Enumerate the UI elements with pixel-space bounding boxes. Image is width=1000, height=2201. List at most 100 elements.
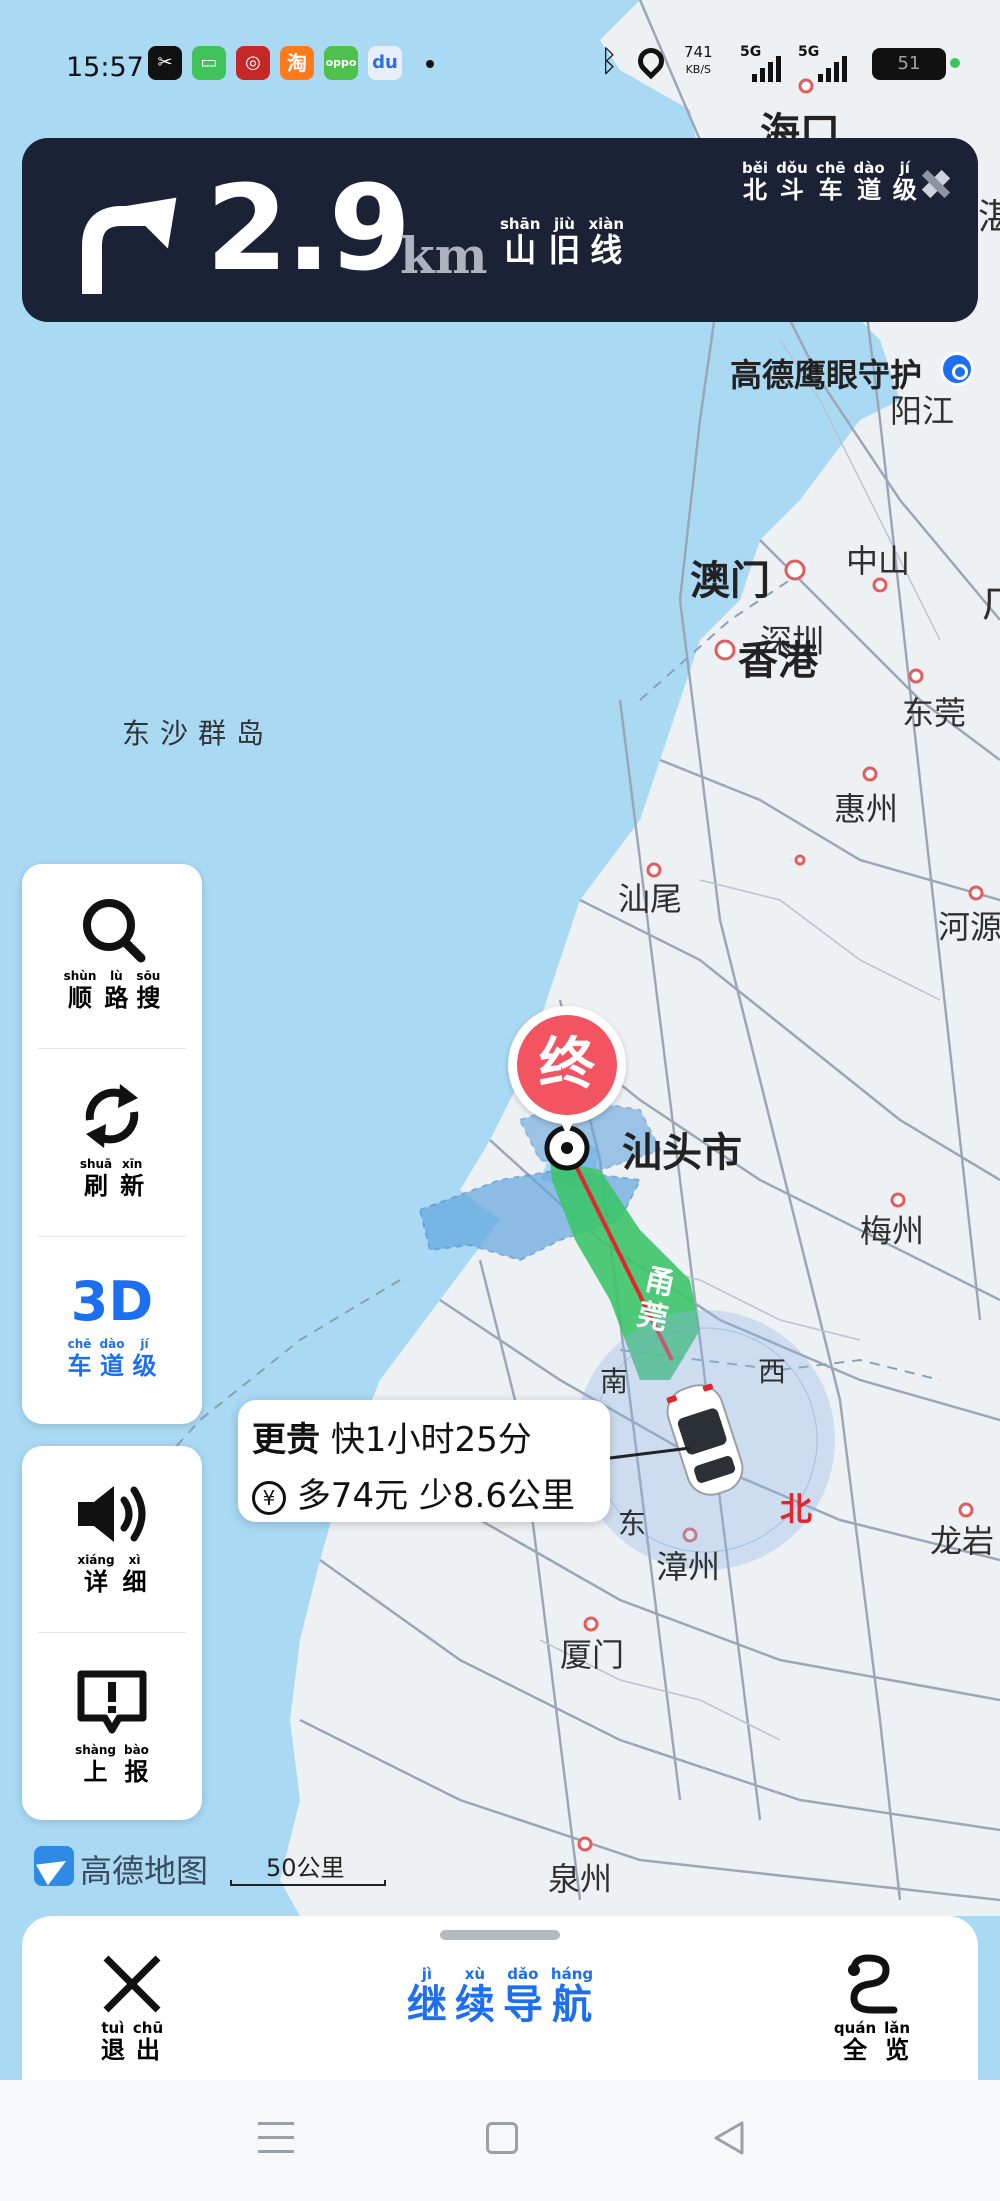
compass-south: 南	[600, 1365, 629, 1398]
route-tag: 更贵	[252, 1420, 320, 1460]
mode-3d-text: 3D	[70, 1270, 154, 1333]
map-label-longyan: 龙岩	[930, 1522, 995, 1560]
distance-unit: km	[400, 226, 488, 285]
yuan-icon: ¥	[252, 1480, 286, 1515]
overview-button[interactable]: quán 全 lǎn 览	[812, 1952, 932, 2064]
continue-navigation-char: dǎo 导	[502, 1965, 543, 2028]
map-label-quanzhou: 泉州	[548, 1860, 613, 1898]
road-name-char: xiàn 线	[588, 215, 625, 269]
map-scale: 50公里	[230, 1846, 386, 1890]
road-name-char: shān 山	[500, 215, 541, 269]
route-cost-diff: 多74元 少8.6公里	[296, 1476, 575, 1516]
baidu-icon: du	[368, 46, 402, 80]
home-icon[interactable]	[486, 2122, 518, 2154]
lane-level-mode-label: chē 车 dào 道 jí 级	[22, 1336, 202, 1380]
sheet-drag-handle[interactable]	[440, 1930, 560, 1940]
map-label-shanwei: 汕尾	[618, 880, 683, 918]
divider	[38, 1236, 186, 1237]
location-icon	[632, 42, 670, 80]
report-label: shàng 上 bào 报	[22, 1742, 202, 1786]
system-nav-bar	[0, 2080, 1000, 2201]
map-label-zhangzhou: 漳州	[656, 1548, 721, 1586]
map-label-meizhou: 梅州	[860, 1212, 925, 1250]
compass-north: 北	[780, 1490, 813, 1528]
compass-east: 东	[618, 1507, 647, 1540]
overview-char: quán 全	[833, 2019, 877, 2064]
map-label-dongguan: 东莞	[902, 694, 967, 732]
search-along-route-char: sōu 搜	[136, 969, 161, 1012]
road-name-char: jiù 旧	[548, 215, 581, 269]
refresh-icon	[85, 1084, 139, 1148]
map-label-yangjiang: 阳江	[890, 392, 955, 430]
bank-icon: ◎	[236, 46, 270, 80]
route-time-diff: 快1小时25分	[330, 1420, 532, 1460]
map-label-hongkong: 香港	[738, 638, 818, 684]
battery-level: 51	[897, 53, 921, 74]
status-bar: 15:57 ✂ ▭ ◎ 淘 oppo du ᛒ 741 KB/S 5G 5G 51	[0, 30, 1000, 100]
tool-panel-top: shùn 顺 lù 路 sōu 搜 shuā 刷 xīn 新 3D chē 车 dào 道 jí 级	[22, 864, 202, 1424]
route-time-row: 更贵 快1小时25分	[252, 1412, 532, 1461]
route-overview-icon	[848, 1954, 898, 2014]
back-icon[interactable]	[712, 2120, 746, 2156]
report-button[interactable]: shàng 上 bào 报	[22, 1670, 202, 1786]
road-name: shān 山 jiù 旧 xiàn 线	[496, 216, 628, 269]
eagle-eye-icon[interactable]	[940, 352, 974, 386]
compass-west: 西	[758, 1355, 787, 1388]
overview-label: quán 全 lǎn 览	[812, 2020, 932, 2064]
detailed-voice-char: xiáng 详	[77, 1553, 115, 1596]
map-label-macau: 澳门	[690, 558, 770, 604]
lane-level-char: běi 北	[742, 159, 769, 204]
bluetooth-icon: ᛒ	[600, 44, 618, 79]
map-label-xiamen: 厦门	[560, 1636, 625, 1674]
divider	[38, 1632, 186, 1633]
map-label-zhongshan: 中山	[846, 542, 911, 580]
search-along-route-label: shùn 顺 lù 路 sōu 搜	[22, 968, 202, 1012]
amap-logo-text: 高德地图	[80, 1852, 209, 1890]
charging-dot	[950, 58, 960, 68]
turn-right-arrow-icon	[82, 197, 177, 294]
search-along-route-char: lù 路	[104, 969, 129, 1012]
lane-level-mode-char: chē 车	[67, 1337, 92, 1380]
tool-panel-bottom: xiáng 详 xì 细 shàng 上 bào 报	[22, 1446, 202, 1820]
status-time: 15:57	[66, 52, 144, 83]
route-cost-row: ¥ 多74元 少8.6公里	[252, 1468, 575, 1517]
net-speed: 741 KB/S	[684, 43, 713, 77]
taobao-icon: 淘	[280, 46, 314, 80]
signal-1-icon	[752, 54, 786, 82]
continue-navigation-char: háng 航	[550, 1965, 594, 2028]
report-icon	[77, 1670, 147, 1734]
signal-2-type: 5G	[798, 44, 820, 60]
lane-level-char: dǒu 斗	[776, 159, 808, 204]
destination-pin[interactable]: 终	[508, 1006, 626, 1136]
map-label-shantou: 汕头市	[622, 1130, 742, 1176]
refresh-char: xīn 新	[120, 1157, 145, 1200]
detailed-voice-char: xì 细	[122, 1553, 147, 1596]
turn-guidance-card[interactable]: 2.9 km shān 山 jiù 旧 xiàn 线 běi 北 dǒu 斗 chē 车 dào 道 jí…	[22, 138, 978, 322]
menu-icon[interactable]	[258, 2122, 294, 2154]
more-notifications-icon	[426, 60, 434, 68]
search-icon	[83, 899, 146, 963]
detailed-voice-button[interactable]: xiáng 详 xì 细	[22, 1482, 202, 1596]
lane-level-3d-button[interactable]: 3D chē 车 dào 道 jí 级	[22, 1272, 202, 1380]
alternate-route-card[interactable]: 更贵 快1小时25分 ¥ 多74元 少8.6公里	[238, 1400, 610, 1522]
search-along-route-button[interactable]: shùn 顺 lù 路 sōu 搜	[22, 894, 202, 1012]
map-scale-label: 50公里	[266, 1854, 345, 1882]
lane-level-mode-char: jí 级	[132, 1337, 157, 1380]
lane-level-mode-char: dào 道	[99, 1337, 125, 1380]
continue-navigation-char: xù 续	[454, 1965, 495, 2028]
map-label-dongsha: 东沙群岛	[122, 717, 275, 750]
continue-navigation-char: jì 继	[406, 1965, 447, 2028]
map-label-heyuan: 河源	[938, 908, 1000, 946]
map-label-partial-edge-1: 湛	[978, 197, 1000, 238]
messages-icon: ▭	[192, 46, 226, 80]
divider	[38, 1048, 186, 1049]
overview-char: lǎn 览	[884, 2019, 911, 2064]
signal-2-icon	[818, 54, 852, 82]
map-label-huizhou: 惠州	[834, 790, 899, 828]
refresh-label: shuā 刷 xīn 新	[22, 1156, 202, 1200]
lane-level-char: chē 车	[815, 159, 846, 204]
oppo-icon: oppo	[324, 46, 358, 80]
destination-label: 终	[517, 1015, 617, 1115]
refresh-button[interactable]: shuā 刷 xīn 新	[22, 1080, 202, 1200]
lane-level-char: dào 道	[853, 159, 885, 204]
